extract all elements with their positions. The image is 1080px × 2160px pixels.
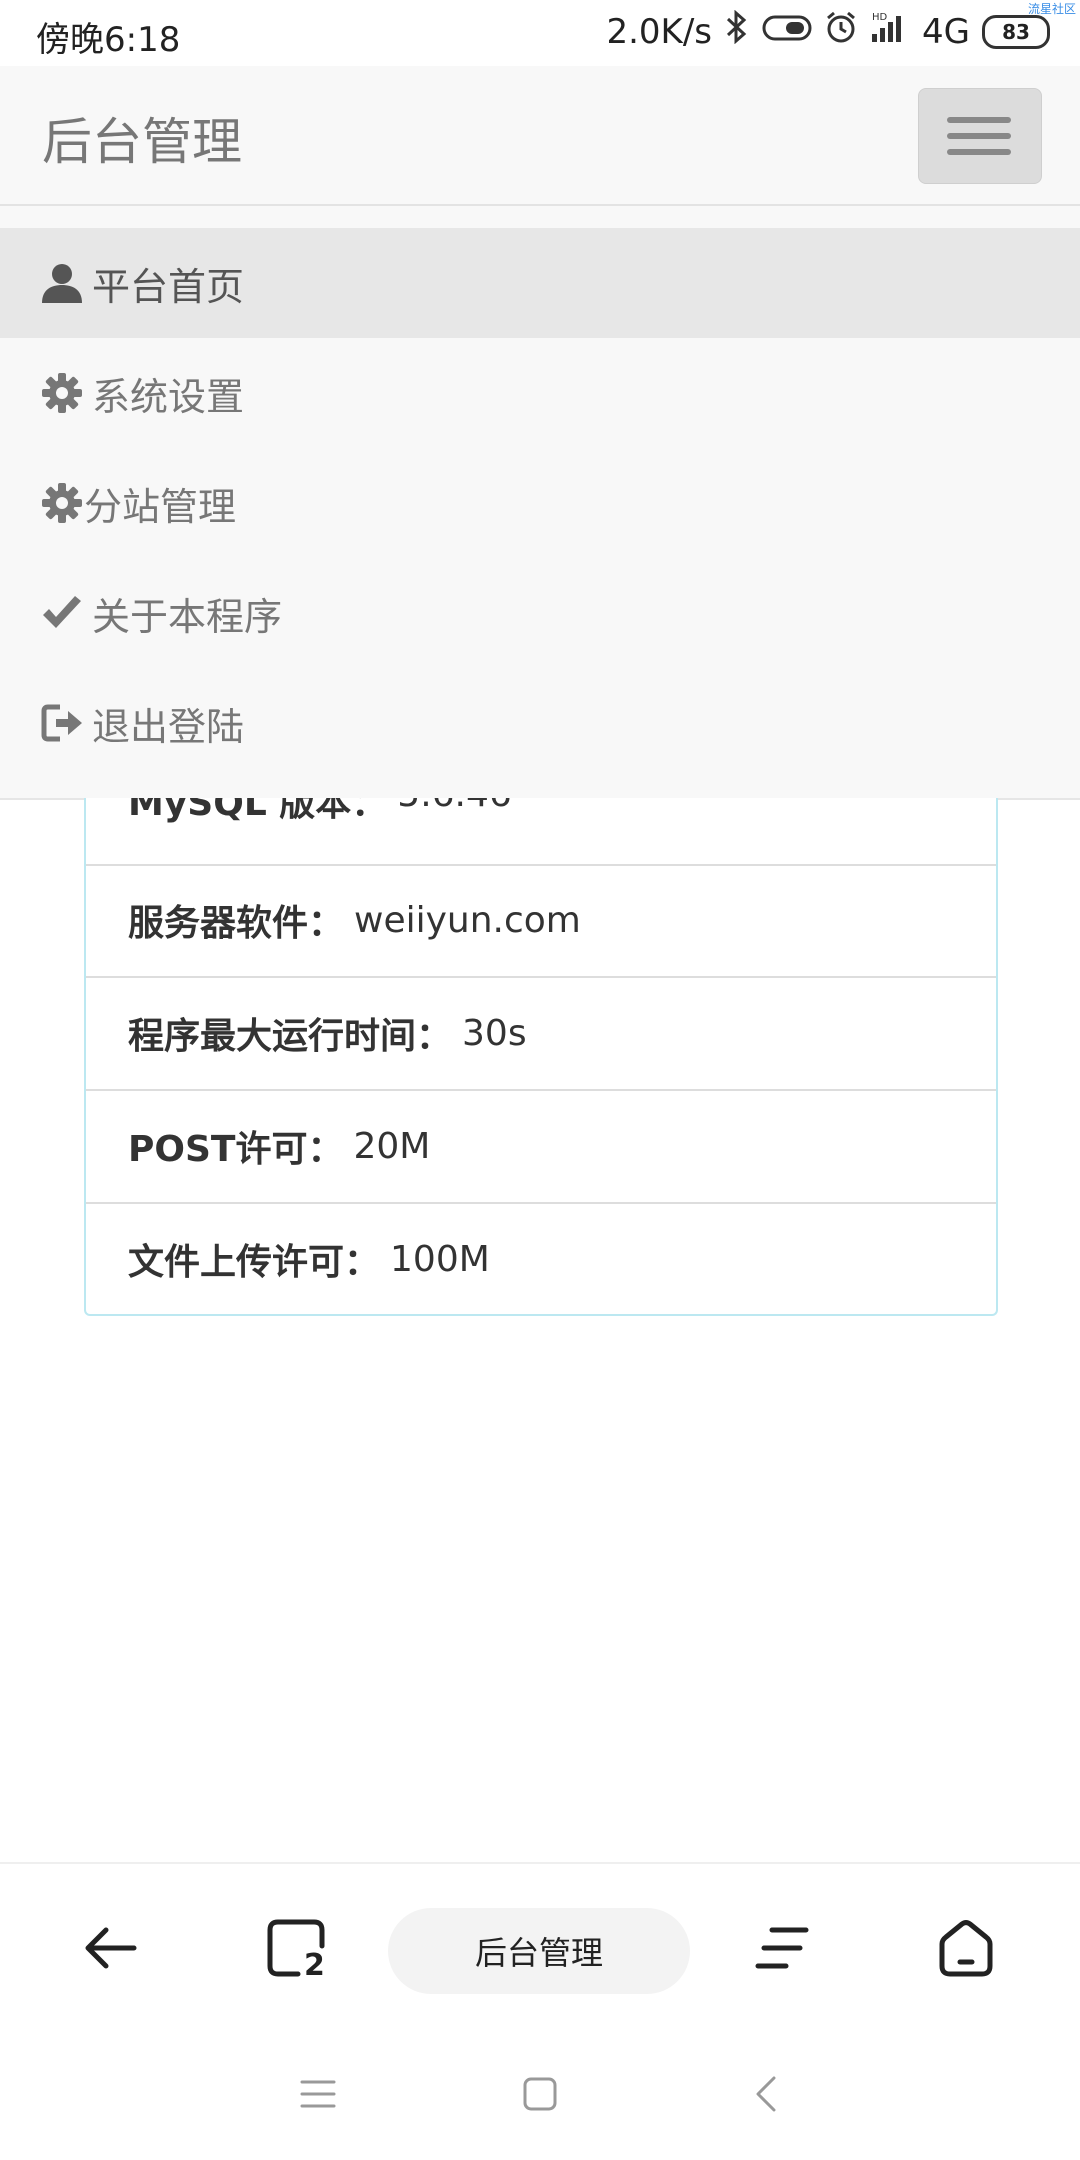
row-key: MySQL 版本：: [128, 798, 388, 824]
menu-item-label: 平台首页: [92, 264, 245, 309]
table-row: 文件上传许可： 100M: [86, 1203, 996, 1315]
tab-count: 2: [304, 1948, 325, 1983]
row-value: weiiyun.com: [354, 899, 581, 941]
menu-toggle-button[interactable]: [918, 88, 1042, 184]
row-value: 100M: [390, 1238, 490, 1280]
server-info-panel: MySQL 版本： 5.6.46 服务器软件： weiiyun.com 程序最大…: [84, 798, 998, 1316]
signal-icon: HD: [870, 10, 910, 53]
net-speed: 2.0K/s: [606, 11, 713, 52]
page-title-pill[interactable]: 后台管理: [388, 1908, 690, 1994]
back-chevron-icon: [746, 2072, 790, 2120]
menu-item-label: 系统设置: [92, 374, 245, 419]
logout-icon: [40, 701, 84, 745]
home-icon: [934, 1916, 998, 1984]
row-key: 程序最大运行时间：: [128, 1016, 453, 1057]
back-button[interactable]: [70, 1910, 150, 1990]
battery-icon: 83: [982, 14, 1050, 49]
navbar-brand[interactable]: 后台管理: [42, 102, 242, 174]
system-nav-bar: [0, 2032, 1080, 2160]
menu-item-home[interactable]: 平台首页: [0, 228, 1080, 338]
row-value: 20M: [353, 1125, 431, 1167]
watermark: 流星社区: [1027, 2, 1076, 16]
back-arrow-icon: [78, 1916, 142, 1984]
row-key: 文件上传许可：: [128, 1242, 381, 1283]
network-type: 4G: [922, 11, 970, 52]
user-icon: [40, 261, 84, 305]
menu-lines-icon: [750, 1916, 814, 1984]
navbar: 后台管理: [0, 66, 1080, 206]
nav-menu: 平台首页 系统设置 分站管理 关于本程序 退出登陆: [0, 206, 1080, 800]
menu-button[interactable]: [742, 1910, 822, 1990]
recents-button[interactable]: [290, 2068, 346, 2124]
menu-item-logout[interactable]: 退出登陆: [0, 668, 1080, 778]
status-bar: 傍晚6:18 2.0K/s HD 4G 83 流星社区: [0, 0, 1080, 66]
menu-item-label: 分站管理: [84, 484, 237, 529]
row-value: 30s: [462, 1012, 527, 1054]
home-button[interactable]: [926, 1910, 1006, 1990]
table-row: 服务器软件： weiiyun.com: [86, 864, 996, 978]
bluetooth-icon: [724, 9, 750, 53]
table-row: 程序最大运行时间： 30s: [86, 977, 996, 1091]
table-row: MySQL 版本： 5.6.46: [86, 798, 996, 866]
gear-icon: [40, 371, 84, 415]
menu-item-label: 关于本程序: [92, 594, 283, 639]
alarm-icon: [824, 10, 858, 53]
home-square-icon: [518, 2072, 562, 2120]
row-key: 服务器软件：: [128, 903, 345, 944]
system-home-button[interactable]: [512, 2068, 568, 2124]
recents-icon: [296, 2072, 340, 2120]
gear-icon: [40, 481, 84, 525]
system-back-button[interactable]: [740, 2068, 796, 2124]
tabs-button[interactable]: 2: [256, 1910, 336, 1990]
browser-toolbar: 2 后台管理: [0, 1862, 1080, 2034]
menu-item-substation[interactable]: 分站管理: [0, 448, 1080, 558]
menu-item-settings[interactable]: 系统设置: [0, 338, 1080, 448]
status-time: 傍晚6:18: [36, 20, 181, 60]
status-icons: 2.0K/s HD 4G 83: [606, 9, 1050, 53]
menu-item-about[interactable]: 关于本程序: [0, 558, 1080, 668]
table-row: POST许可： 20M: [86, 1090, 996, 1204]
check-icon: [40, 591, 84, 635]
row-value: 5.6.46: [397, 798, 512, 826]
menu-item-label: 退出登陆: [92, 704, 245, 749]
toggle-icon: [762, 12, 812, 52]
svg-text:HD: HD: [872, 12, 888, 23]
row-key: POST许可：: [128, 1129, 344, 1170]
